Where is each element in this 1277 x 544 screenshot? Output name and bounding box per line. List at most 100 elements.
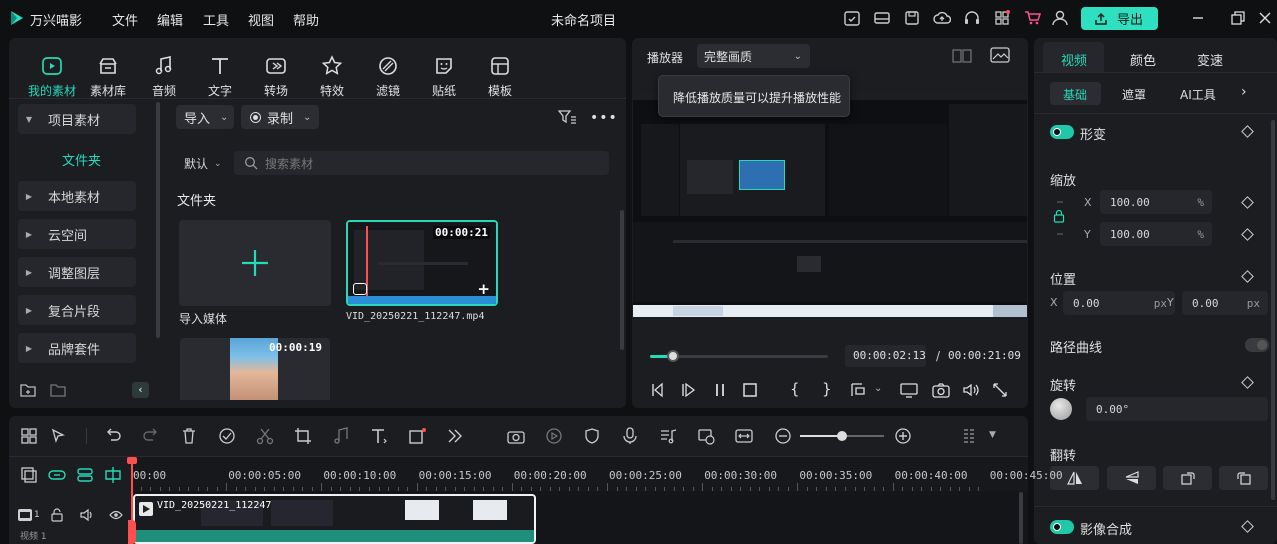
- prev-frame-icon[interactable]: [650, 382, 666, 398]
- compare-view-icon[interactable]: [952, 48, 972, 64]
- more-tools-icon[interactable]: [446, 427, 464, 445]
- collapse-sidebar-button[interactable]: ‹: [132, 382, 149, 398]
- sidebar-item-brand-kit[interactable]: ▶ 品牌套件: [18, 333, 136, 363]
- video-clip[interactable]: VID_20250221_112247: [133, 494, 536, 544]
- snap-icon[interactable]: [104, 466, 122, 484]
- rotate-dial[interactable]: [1050, 398, 1072, 420]
- more-options-icon[interactable]: •••: [590, 110, 618, 126]
- tab-library[interactable]: 素材库: [80, 55, 136, 99]
- pause-icon[interactable]: [712, 382, 728, 398]
- calendar-check-icon[interactable]: [843, 9, 861, 27]
- zoom-out-icon[interactable]: [774, 427, 792, 445]
- chevron-down-icon[interactable]: ▼: [989, 430, 996, 440]
- subtab-ai-tools[interactable]: AI工具: [1180, 86, 1216, 103]
- volume-icon[interactable]: [962, 382, 980, 398]
- undo-icon[interactable]: [104, 427, 122, 445]
- mark-in-icon[interactable]: {: [790, 380, 800, 398]
- text-tool-icon[interactable]: [370, 427, 388, 445]
- quality-dropdown[interactable]: 完整画质 ⌄: [697, 44, 810, 68]
- screenshot-camera-icon[interactable]: [932, 382, 950, 398]
- tab-speed[interactable]: 变速: [1197, 50, 1223, 69]
- zoom-knob[interactable]: [837, 431, 847, 441]
- scissors-icon[interactable]: [256, 427, 274, 445]
- scale-y-input[interactable]: 100.00 %: [1100, 222, 1212, 246]
- sidebar-scrollbar[interactable]: [156, 102, 160, 338]
- microphone-icon[interactable]: [621, 427, 639, 445]
- chevron-right-icon[interactable]: ›: [1241, 84, 1247, 100]
- scale-x-input[interactable]: 100.00 %: [1100, 190, 1212, 214]
- tab-effects[interactable]: 特效: [304, 55, 360, 99]
- rotate-right-button[interactable]: [1219, 466, 1268, 490]
- save-icon[interactable]: [903, 9, 921, 27]
- tab-audio[interactable]: 音频: [136, 55, 192, 99]
- add-track-icon[interactable]: [20, 466, 38, 484]
- menu-view[interactable]: 视图: [248, 10, 274, 29]
- tab-my-media[interactable]: 我的素材: [24, 55, 80, 99]
- audio-edit-icon[interactable]: [332, 427, 350, 445]
- inspector-scrollbar[interactable]: [1271, 120, 1275, 500]
- tab-filter[interactable]: 滤镜: [360, 55, 416, 99]
- zoom-slider[interactable]: [800, 431, 884, 441]
- audio-track-icon[interactable]: [659, 427, 677, 445]
- tab-text[interactable]: 文字: [192, 55, 248, 99]
- shape-tool-icon[interactable]: [408, 427, 426, 445]
- mark-out-icon[interactable]: }: [822, 380, 832, 398]
- media-item-video-2[interactable]: 00:00:19: [180, 338, 330, 400]
- cloud-upload-icon[interactable]: [933, 9, 951, 27]
- composite-toggle[interactable]: [1050, 520, 1074, 534]
- speaker-icon[interactable]: [80, 508, 94, 522]
- sidebar-item-local[interactable]: ▶ 本地素材: [18, 181, 136, 211]
- search-input[interactable]: 搜索素材: [234, 151, 609, 175]
- lock-ratio-icon[interactable]: [1053, 200, 1065, 236]
- rotate-left-button[interactable]: [1163, 466, 1212, 490]
- select-tool-icon[interactable]: [50, 427, 68, 445]
- delete-icon[interactable]: [180, 427, 198, 445]
- tab-sticker[interactable]: 贴纸: [416, 55, 472, 99]
- folder-icon[interactable]: [50, 382, 66, 398]
- snapshot-view-icon[interactable]: [990, 47, 1010, 63]
- sidebar-item-project-media[interactable]: ▼ 项目素材: [18, 104, 136, 134]
- apps-grid-icon[interactable]: [993, 9, 1011, 27]
- rotate-input[interactable]: 0.00°: [1086, 397, 1268, 421]
- cart-icon[interactable]: [1023, 9, 1041, 27]
- insert-clip-icon[interactable]: [850, 382, 866, 398]
- flip-vertical-button[interactable]: [1107, 466, 1156, 490]
- menu-help[interactable]: 帮助: [293, 10, 319, 29]
- close-icon[interactable]: [1256, 9, 1274, 27]
- layout-icon[interactable]: [873, 9, 891, 27]
- speed-circle-icon[interactable]: [545, 427, 563, 445]
- headset-icon[interactable]: [963, 9, 981, 27]
- media-scrollbar[interactable]: [620, 210, 624, 350]
- sidebar-item-cloud[interactable]: ▶ 云空间: [18, 219, 136, 249]
- ai-cutout-icon[interactable]: [218, 427, 236, 445]
- export-button[interactable]: 导出: [1081, 7, 1158, 30]
- tab-transition[interactable]: 转场: [248, 55, 304, 99]
- media-replace-icon[interactable]: [697, 427, 715, 445]
- restore-icon[interactable]: [1229, 9, 1247, 27]
- position-x-input[interactable]: 0.00 px: [1063, 291, 1175, 315]
- stop-icon[interactable]: [742, 382, 758, 398]
- redo-icon[interactable]: [142, 427, 160, 445]
- shield-icon[interactable]: [583, 427, 601, 445]
- playback-progress-bar[interactable]: [650, 350, 828, 362]
- link-icon[interactable]: [48, 466, 66, 484]
- user-icon[interactable]: [1051, 9, 1069, 27]
- zoom-in-icon[interactable]: [894, 427, 912, 445]
- menu-edit[interactable]: 编辑: [157, 10, 183, 29]
- new-folder-icon[interactable]: [20, 382, 36, 398]
- menu-tools[interactable]: 工具: [203, 10, 229, 29]
- ai-camera-icon[interactable]: [507, 427, 525, 445]
- import-media-tile[interactable]: [179, 220, 331, 306]
- record-dropdown[interactable]: 录制 ⌄: [241, 105, 319, 129]
- timeline-scrollbar[interactable]: [1019, 492, 1023, 544]
- add-icon[interactable]: +: [477, 280, 490, 298]
- lock-icon[interactable]: [50, 508, 64, 522]
- playhead-handle[interactable]: [127, 457, 137, 464]
- grid-options-icon[interactable]: [962, 427, 980, 445]
- sort-dropdown[interactable]: 默认 ⌄: [184, 155, 222, 172]
- filter-icon[interactable]: [558, 109, 576, 125]
- subtab-mask[interactable]: 遮罩: [1122, 86, 1146, 103]
- chevron-down-icon[interactable]: ⌄: [874, 383, 882, 394]
- sidebar-item-compound[interactable]: ▶ 复合片段: [18, 295, 136, 325]
- fit-width-icon[interactable]: [735, 427, 753, 445]
